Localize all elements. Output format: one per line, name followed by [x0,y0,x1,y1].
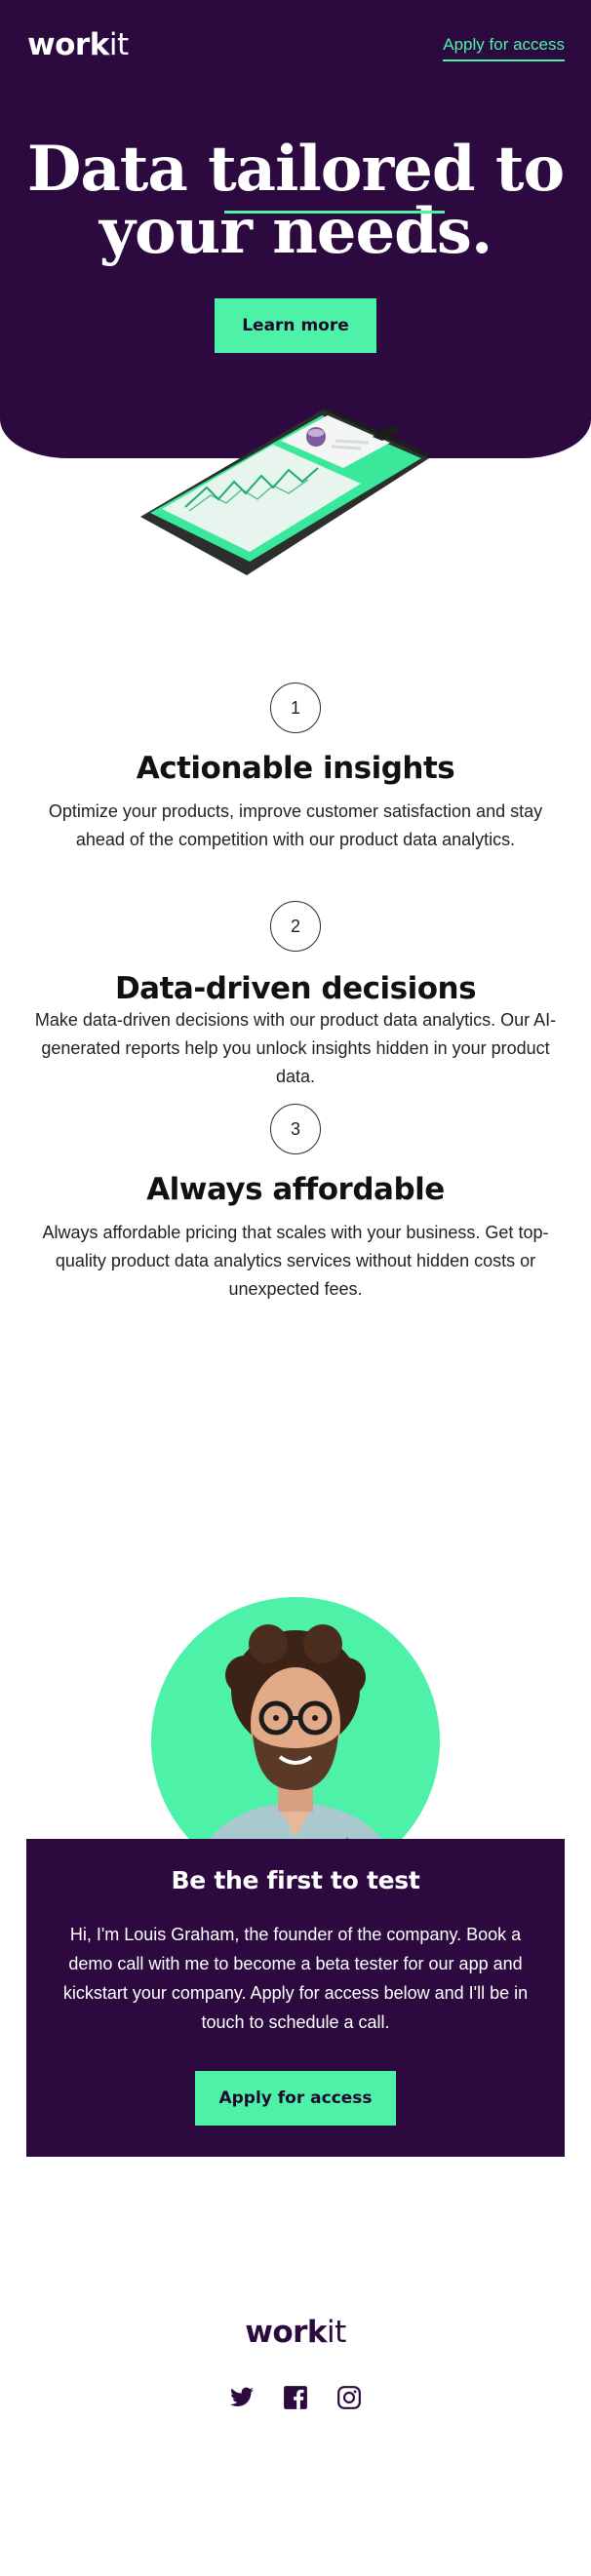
feature-item: 2 Data-driven decisions Make data-driven… [0,901,591,1091]
learn-more-button[interactable]: Learn more [215,298,376,353]
title-underline [224,211,445,214]
logo-bold-text: work [245,2315,328,2350]
logo-light-text: it [327,2315,346,2350]
facebook-icon[interactable] [283,2385,308,2410]
feature-number-badge: 2 [270,901,321,952]
founder-card-text: Hi, I'm Louis Graham, the founder of the… [62,1925,529,2032]
founder-card-title: Be the first to test [171,1866,420,1894]
feature-description: Optimize your products, improve customer… [48,801,543,849]
feature-title: Data-driven decisions [114,971,477,1006]
feature-description: Make data-driven decisions with our prod… [34,1010,557,1086]
hero-title: Data tailored to your needs. [0,138,591,263]
feature-title: Always affordable [146,1172,445,1207]
apply-for-access-link[interactable]: Apply for access [443,35,565,61]
twitter-icon[interactable] [229,2385,255,2410]
instagram-icon[interactable] [336,2385,362,2410]
feature-description: Always affordable pricing that scales wi… [42,1223,549,1299]
phone-mockup-image [140,408,431,575]
social-links [0,2385,591,2410]
hero-title-line2: your needs. [98,195,492,268]
apply-for-access-button[interactable]: Apply for access [195,2071,396,2126]
founder-card: Be the first to test Hi, I'm Louis Graha… [26,1839,565,2157]
logo-bold-text: work [27,27,109,62]
hero-section: workit Apply for access Data tailored to… [0,0,591,458]
feature-number-badge: 3 [270,1104,321,1154]
feature-item: 3 Always affordable Always affordable pr… [0,1104,591,1304]
footer-logo[interactable]: workit [0,2315,591,2350]
feature-number-badge: 1 [270,683,321,733]
feature-item: 1 Actionable insights Optimize your prod… [0,683,591,854]
logo-light-text: it [108,27,129,62]
header-logo[interactable]: workit [27,27,129,62]
feature-title: Actionable insights [136,751,455,786]
